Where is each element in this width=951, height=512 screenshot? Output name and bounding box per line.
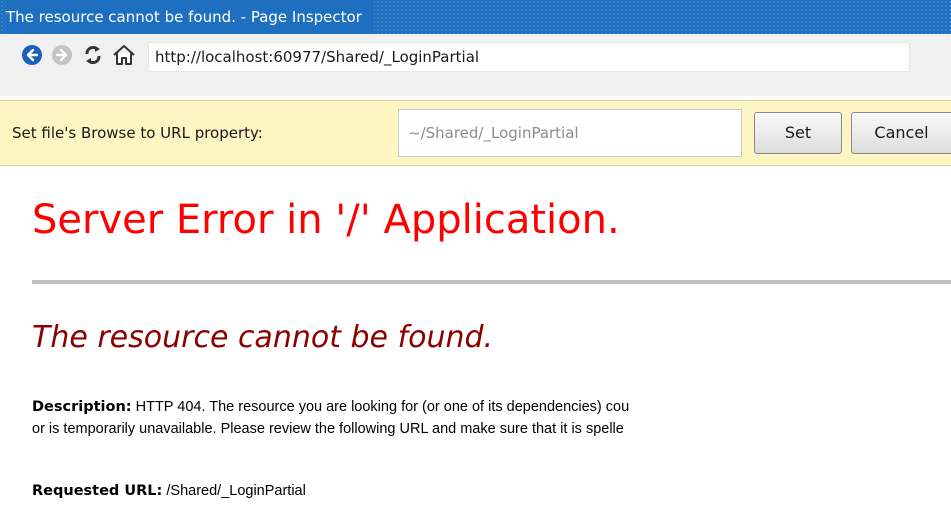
set-button[interactable]: Set (754, 112, 842, 154)
requested-url: Requested URL: /Shared/_LoginPartial (32, 480, 306, 502)
description-line-1: HTTP 404. The resource you are looking f… (135, 399, 630, 415)
home-icon[interactable] (112, 43, 136, 67)
refresh-icon[interactable] (82, 44, 104, 66)
address-bar[interactable]: http://localhost:60977/Shared/_LoginPart… (148, 42, 910, 72)
browse-url-label: Set file's Browse to URL property: (12, 124, 263, 142)
cancel-button[interactable]: Cancel (851, 112, 951, 154)
divider (32, 280, 951, 284)
description-line-2: or is temporarily unavailable. Please re… (32, 421, 624, 437)
error-subtitle: The resource cannot be found. (32, 320, 494, 355)
window-title: The resource cannot be found. - Page Ins… (6, 0, 374, 34)
title-bar: The resource cannot be found. - Page Ins… (0, 0, 951, 34)
requested-url-label: Requested URL: (32, 483, 163, 499)
error-description: Description: HTTP 404. The resource you … (32, 396, 629, 440)
forward-arrow-icon[interactable] (52, 45, 72, 65)
address-url: http://localhost:60977/Shared/_LoginPart… (155, 48, 480, 66)
browse-url-bar: Set file's Browse to URL property: ~/Sha… (0, 100, 951, 166)
browse-url-input-value: ~/Shared/_LoginPartial (408, 124, 579, 142)
browse-url-input[interactable]: ~/Shared/_LoginPartial (398, 109, 742, 157)
description-label: Description: (32, 399, 132, 415)
requested-url-value: /Shared/_LoginPartial (166, 483, 306, 499)
error-title: Server Error in '/' Application. (32, 197, 620, 243)
back-arrow-icon[interactable] (22, 45, 42, 65)
